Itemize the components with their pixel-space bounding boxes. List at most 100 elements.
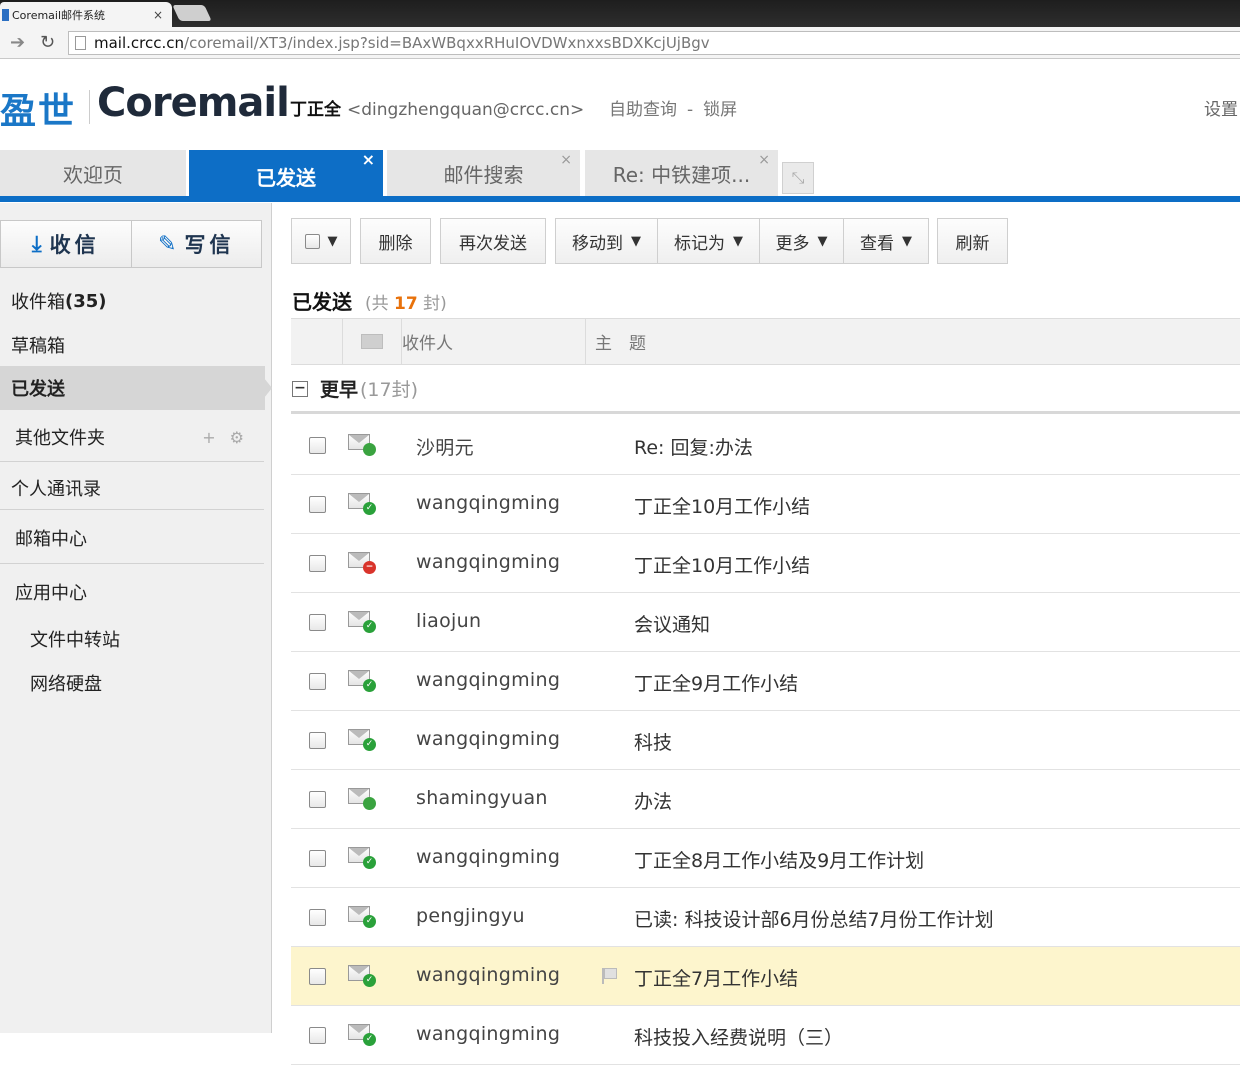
settings-link[interactable]: 设置 [1204,95,1238,120]
mail-status-icon [348,434,376,456]
sidebar-item-inbox[interactable]: 收件箱 (35) [0,279,272,323]
row-checkbox[interactable] [309,968,326,985]
read-status-column[interactable] [342,319,401,364]
row-recipient: liaojun [416,610,482,632]
logo-coremail: Coremail [97,80,290,126]
row-checkbox[interactable] [309,850,326,867]
row-checkbox[interactable] [309,437,326,454]
row-recipient: wangqingming [416,551,561,573]
sidebar-item-file-transfer[interactable]: 文件中转站 [0,617,272,661]
row-checkbox[interactable] [309,791,326,808]
close-all-tabs-icon[interactable]: ⤡ [782,162,814,194]
sidebar-item-app-center[interactable]: 应用中心 [0,570,272,614]
add-folder-icon[interactable]: + [202,428,229,447]
resend-button[interactable]: 再次发送 [440,218,546,264]
sidebar-item-mailbox-center[interactable]: 邮箱中心 [0,516,272,560]
more-dropdown[interactable]: 更多 ▼ [760,218,844,264]
row-checkbox[interactable] [309,909,326,926]
sent-bar-icon [363,443,376,456]
subject-column-header[interactable]: 主 题 [585,319,1240,364]
row-checkbox[interactable] [309,673,326,690]
table-row[interactable]: ✓ liaojun 会议通知 [291,593,1240,652]
self-service-link[interactable]: 自助查询 [609,100,677,120]
browser-tab[interactable]: Coremail邮件系统 × [0,2,172,27]
table-row[interactable]: ✓ wangqingming 科技投入经费说明（三） [291,1006,1240,1065]
mail-status-icon: − [348,552,376,574]
folder-tools: +⚙ [202,428,258,447]
sent-bar-icon [363,797,376,810]
lock-screen-link[interactable]: 锁屏 [703,100,737,120]
mail-status-icon: ✓ [348,847,376,869]
collapse-toggle-icon[interactable]: − [292,380,308,397]
network-disk-label: 网络硬盘 [30,674,102,695]
gear-icon[interactable]: ⚙ [230,428,258,447]
recipient-column-header[interactable]: 收件人 [401,319,585,364]
app-center-label: 应用中心 [15,583,87,604]
delete-label: 删除 [378,233,413,254]
reload-icon[interactable]: ↻ [40,32,55,53]
table-row[interactable]: 沙明元 Re: 回复:办法 [291,416,1240,475]
tab-close-icon[interactable]: × [560,152,572,168]
browser-toolbar: ➔ ↻ mail.crcc.cn/coremail/XT3/index.jsp?… [0,27,1240,59]
download-icon: ⤓ [31,231,42,257]
delivered-icon: ✓ [363,502,376,515]
failed-icon: − [363,561,376,574]
row-checkbox[interactable] [309,1027,326,1044]
sidebar-item-drafts[interactable]: 草稿箱 [0,323,272,367]
compose-button[interactable]: ✎ 写信 [130,221,262,267]
browser-tab-close-icon[interactable]: × [150,8,166,22]
view-dropdown[interactable]: 查看 ▼ [844,218,929,264]
row-recipient: pengjingyu [416,905,525,927]
count-number: 17 [394,294,418,314]
mark-as-dropdown[interactable]: 标记为 ▼ [658,218,760,264]
sidebar-divider [0,509,264,510]
tab-close-icon[interactable]: × [758,152,770,168]
group-earlier[interactable]: − 更早 (17封) [291,366,1240,414]
tab-close-icon[interactable]: × [362,150,375,169]
table-row[interactable]: − wangqingming 丁正全10月工作小结 [291,534,1240,593]
table-row[interactable]: shamingyuan 办法 [291,770,1240,829]
select-all-dropdown[interactable]: ▼ [291,218,351,264]
row-checkbox[interactable] [309,555,326,572]
forward-arrow-icon[interactable]: ➔ [10,32,25,53]
table-row[interactable]: ✓ wangqingming 丁正全9月工作小结 [291,652,1240,711]
more-label: 更多 [775,233,810,254]
flag-icon[interactable] [602,968,617,984]
select-all-checkbox[interactable] [304,233,320,249]
row-subject: 已读: 科技设计部6月份总结7月份工作计划 [634,909,994,931]
row-checkbox[interactable] [309,732,326,749]
receive-button[interactable]: ⤓ 收信 [1,221,131,267]
row-checkbox[interactable] [309,614,326,631]
new-tab-button[interactable] [172,5,212,21]
tab-sent[interactable]: 已发送 × [189,150,383,202]
browser-tab-title: Coremail邮件系统 [12,8,106,22]
file-transfer-label: 文件中转站 [30,630,120,651]
tab-label: 已发送 [256,165,316,190]
delivered-icon: ✓ [363,974,376,987]
delete-button[interactable]: 删除 [360,218,431,264]
sidebar-item-sent[interactable]: 已发送 [0,366,272,410]
tab-welcome[interactable]: 欢迎页 [0,150,186,196]
logo-cn: 盈世 [0,91,77,132]
tab-search[interactable]: 邮件搜索 × [387,150,580,196]
refresh-button[interactable]: 刷新 [937,218,1008,264]
tab-message[interactable]: Re: 中铁建项... × [585,150,778,196]
sidebar-item-network-disk[interactable]: 网络硬盘 [0,661,272,705]
view-label: 查看 [860,233,894,254]
row-recipient: wangqingming [416,964,561,986]
table-row[interactable]: ✓ wangqingming 丁正全7月工作小结 [291,947,1240,1006]
row-checkbox[interactable] [309,496,326,513]
table-row[interactable]: ✓ wangqingming 丁正全10月工作小结 [291,475,1240,534]
move-to-dropdown[interactable]: 移动到 ▼ [555,218,658,264]
caret-down-icon: ▼ [631,233,641,249]
delivered-icon: ✓ [363,620,376,633]
sidebar-item-other-folders[interactable]: 其他文件夹 +⚙ [0,415,272,459]
table-row[interactable]: ✓ wangqingming 丁正全8月工作小结及9月工作计划 [291,829,1240,888]
sidebar-item-contacts[interactable]: 个人通讯录 [0,466,272,510]
row-recipient: wangqingming [416,1023,561,1045]
row-subject: 丁正全10月工作小结 [634,496,811,518]
table-row[interactable]: ✓ wangqingming 科技 [291,711,1240,770]
address-bar[interactable]: mail.crcc.cn/coremail/XT3/index.jsp?sid=… [68,31,1240,55]
page-icon [75,36,86,50]
table-row[interactable]: ✓ pengjingyu 已读: 科技设计部6月份总结7月份工作计划 [291,888,1240,947]
